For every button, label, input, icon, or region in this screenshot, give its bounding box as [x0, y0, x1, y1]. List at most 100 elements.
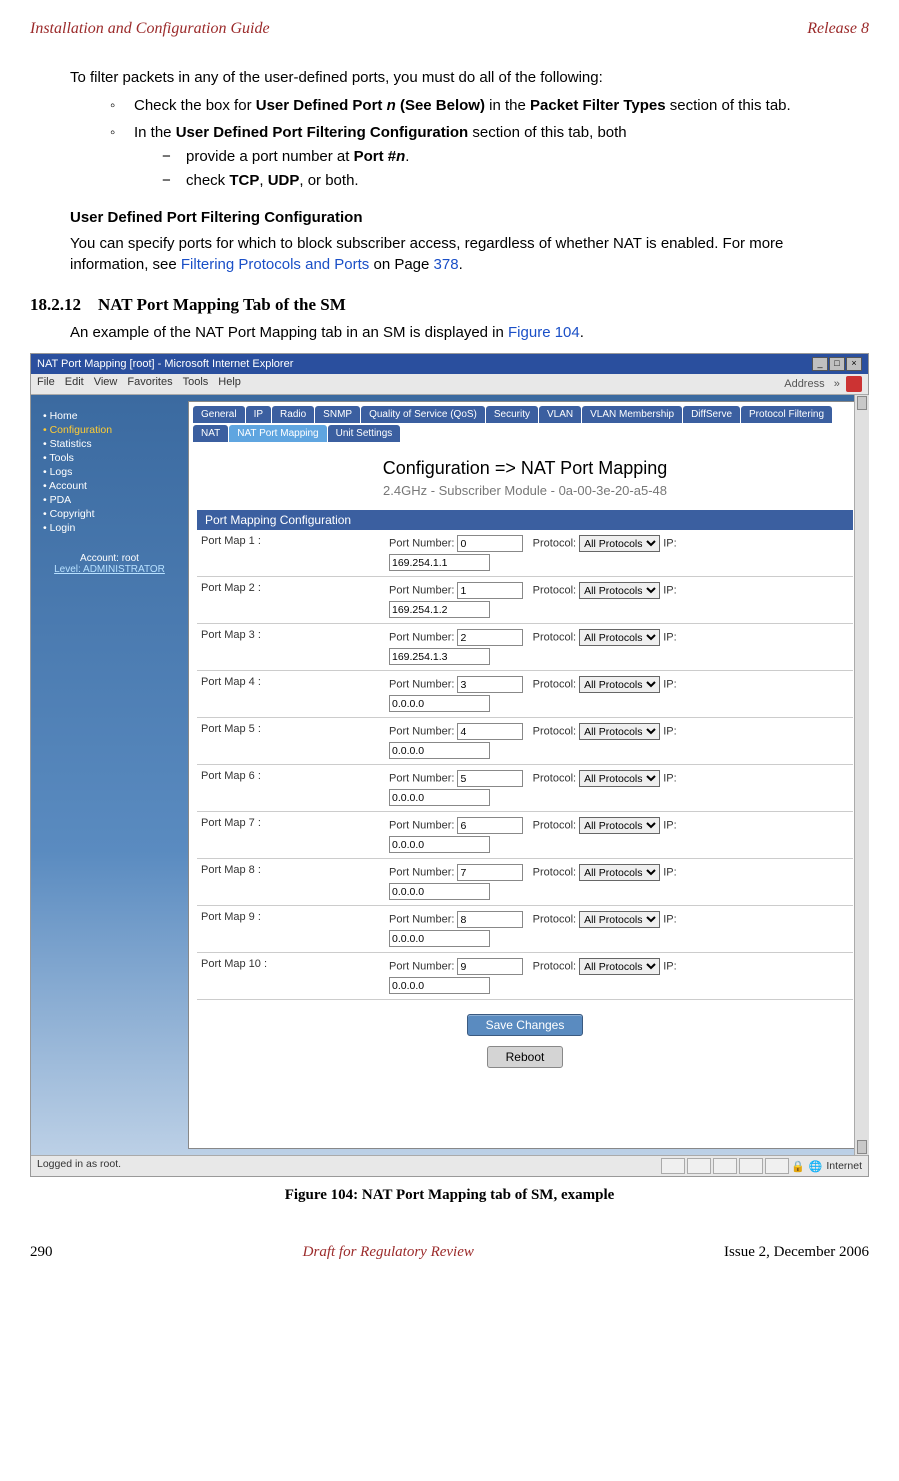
ip-input[interactable] — [389, 601, 490, 618]
protocol-select[interactable]: All Protocols — [579, 817, 660, 834]
menu-item[interactable]: File — [37, 376, 55, 388]
ip-input[interactable] — [389, 977, 490, 994]
subheading-paragraph: You can specify ports for which to block… — [70, 234, 859, 275]
port-map-label: Port Map 4 : — [197, 671, 385, 718]
sidebar-item[interactable]: Configuration — [43, 423, 182, 437]
tab[interactable]: IP — [246, 406, 271, 423]
sidebar-item[interactable]: Logs — [43, 465, 182, 479]
tab[interactable]: Quality of Service (QoS) — [361, 406, 485, 423]
tab[interactable]: General — [193, 406, 245, 423]
protocol-select[interactable]: All Protocols — [579, 723, 660, 740]
menu-item[interactable]: Favorites — [127, 376, 172, 388]
port-number-input[interactable] — [457, 770, 523, 787]
ip-input[interactable] — [389, 883, 490, 900]
table-row: Port Map 9 :Port Number: Protocol: All P… — [197, 906, 853, 953]
reboot-button[interactable]: Reboot — [487, 1046, 564, 1068]
menu-item[interactable]: View — [94, 376, 118, 388]
sidebar-item[interactable]: PDA — [43, 493, 182, 507]
protocol-label: Protocol: — [533, 726, 576, 738]
status-cell — [739, 1158, 763, 1174]
ip-input[interactable] — [389, 695, 490, 712]
window-titlebar: NAT Port Mapping [root] - Microsoft Inte… — [31, 354, 868, 374]
status-cell — [765, 1158, 789, 1174]
ip-label: IP: — [663, 585, 676, 597]
port-number-input[interactable] — [457, 911, 523, 928]
tab[interactable]: Protocol Filtering — [741, 406, 832, 423]
ip-label: IP: — [663, 961, 676, 973]
scrollbar[interactable] — [854, 395, 869, 1155]
ip-label: IP: — [663, 726, 676, 738]
close-icon[interactable]: × — [846, 357, 862, 371]
lock-icon: 🔒 — [791, 1160, 805, 1173]
subheading: User Defined Port Filtering Configuratio… — [70, 209, 859, 226]
page-footer: 290 Draft for Regulatory Review Issue 2,… — [30, 1244, 869, 1261]
sidebar-item[interactable]: Tools — [43, 451, 182, 465]
ip-input[interactable] — [389, 742, 490, 759]
tab[interactable]: Security — [486, 406, 538, 423]
protocol-label: Protocol: — [533, 820, 576, 832]
link-filtering[interactable]: Filtering Protocols and Ports — [181, 256, 369, 273]
tab[interactable]: SNMP — [315, 406, 360, 423]
port-map-label: Port Map 7 : — [197, 812, 385, 859]
table-row: Port Map 10 :Port Number: Protocol: All … — [197, 953, 853, 1000]
ip-label: IP: — [663, 679, 676, 691]
port-number-input[interactable] — [457, 864, 523, 881]
tab[interactable]: VLAN Membership — [582, 406, 682, 423]
port-number-input[interactable] — [457, 676, 523, 693]
protocol-select[interactable]: All Protocols — [579, 911, 660, 928]
ip-input[interactable] — [389, 930, 490, 947]
address-label: Address — [784, 378, 824, 390]
tab[interactable]: NAT — [193, 425, 228, 442]
section-heading: 18.2.12NAT Port Mapping Tab of the SM — [30, 295, 869, 315]
ip-label: IP: — [663, 867, 676, 879]
maximize-icon[interactable]: □ — [829, 357, 845, 371]
port-number-label: Port Number: — [389, 914, 454, 926]
ip-label: IP: — [663, 914, 676, 926]
tab[interactable]: Radio — [272, 406, 314, 423]
tab-nat-port-mapping[interactable]: NAT Port Mapping — [229, 425, 326, 442]
zone-label: Internet — [826, 1160, 862, 1172]
port-number-input[interactable] — [457, 723, 523, 740]
sidebar-item[interactable]: Statistics — [43, 437, 182, 451]
table-row: Port Map 1 :Port Number: Protocol: All P… — [197, 530, 853, 577]
sidebar-item[interactable]: Copyright — [43, 507, 182, 521]
protocol-select[interactable]: All Protocols — [579, 535, 660, 552]
port-number-input[interactable] — [457, 582, 523, 599]
protocol-select[interactable]: All Protocols — [579, 676, 660, 693]
tab[interactable]: DiffServe — [683, 406, 740, 423]
port-number-input[interactable] — [457, 958, 523, 975]
link-page-378[interactable]: 378 — [434, 256, 459, 273]
ip-label: IP: — [663, 632, 676, 644]
protocol-select[interactable]: All Protocols — [579, 582, 660, 599]
ip-input[interactable] — [389, 836, 490, 853]
sidebar-item[interactable]: Account — [43, 479, 182, 493]
table-row: Port Map 8 :Port Number: Protocol: All P… — [197, 859, 853, 906]
sidebar-item[interactable]: Home — [43, 409, 182, 423]
menu-item[interactable]: Help — [218, 376, 241, 388]
minimize-icon[interactable]: _ — [812, 357, 828, 371]
protocol-select[interactable]: All Protocols — [579, 958, 660, 975]
port-number-label: Port Number: — [389, 820, 454, 832]
link-figure-104[interactable]: Figure 104 — [508, 324, 580, 341]
port-number-input[interactable] — [457, 629, 523, 646]
protocol-label: Protocol: — [533, 538, 576, 550]
menu-item[interactable]: Tools — [183, 376, 209, 388]
protocol-select[interactable]: All Protocols — [579, 629, 660, 646]
port-mapping-table: Port Map 1 :Port Number: Protocol: All P… — [197, 530, 853, 1000]
port-number-input[interactable] — [457, 535, 523, 552]
globe-icon: 🌐 — [809, 1160, 823, 1173]
port-number-input[interactable] — [457, 817, 523, 834]
ip-input[interactable] — [389, 648, 490, 665]
protocol-select[interactable]: All Protocols — [579, 770, 660, 787]
bullet-item-2: In the User Defined Port Filtering Confi… — [110, 123, 859, 192]
ip-input[interactable] — [389, 789, 490, 806]
menu-item[interactable]: Edit — [65, 376, 84, 388]
status-cell — [713, 1158, 737, 1174]
protocol-select[interactable]: All Protocols — [579, 864, 660, 881]
tab[interactable]: VLAN — [539, 406, 581, 423]
ip-input[interactable] — [389, 554, 490, 571]
sidebar-item[interactable]: Login — [43, 521, 182, 535]
save-changes-button[interactable]: Save Changes — [467, 1014, 584, 1036]
status-text: Logged in as root. — [37, 1158, 121, 1174]
tab[interactable]: Unit Settings — [328, 425, 401, 442]
